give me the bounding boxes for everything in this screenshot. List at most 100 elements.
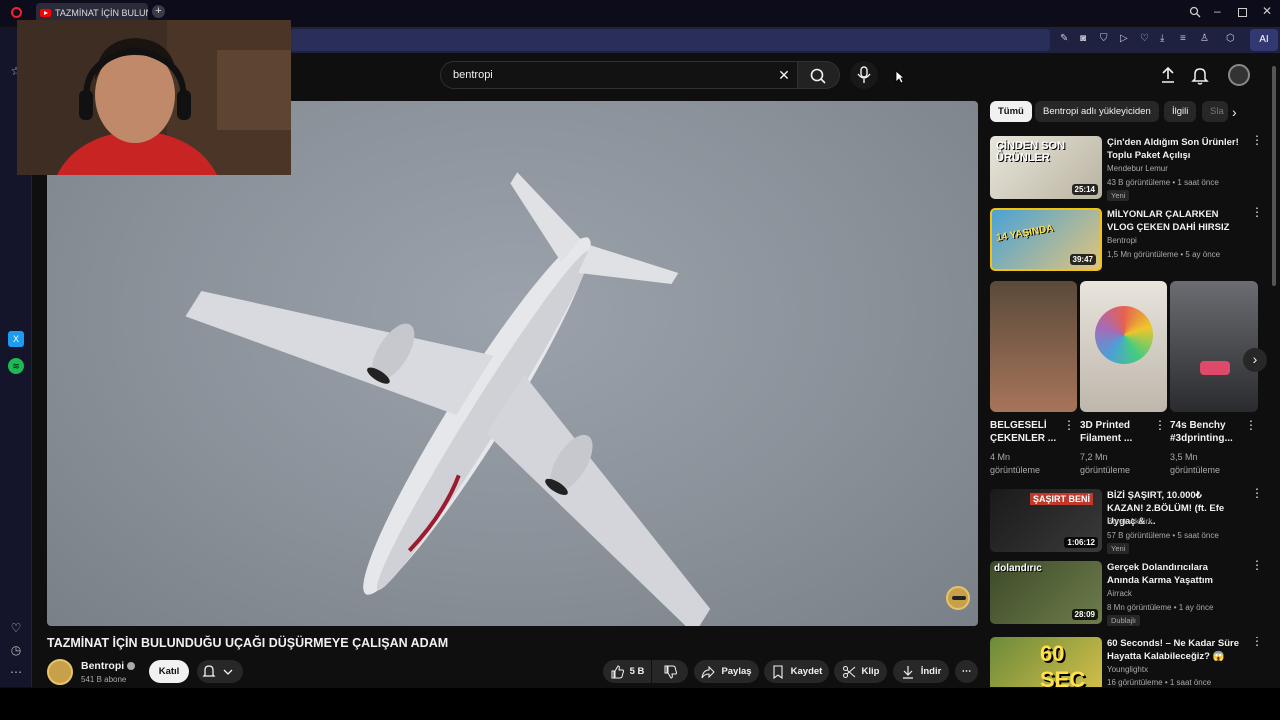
verified-icon [127,662,136,671]
search-input[interactable]: bentropi ✕ [440,61,798,89]
video-thumbnail[interactable]: 14 YAŞINDA 39:47 [990,208,1102,271]
spotify-icon[interactable]: ≋ [8,358,24,374]
short-thumbnail[interactable] [1170,281,1258,412]
short-views: 7,2 Mn görüntüleme [1080,452,1131,475]
camera-icon[interactable]: ◙ [1080,33,1086,44]
rec-channel[interactable]: Mendebur Lemur [1107,164,1168,173]
play-icon[interactable]: ▷ [1120,33,1128,44]
video-title: TAZMİNAT İÇİN BULUNDUĞU UÇAĞI DÜŞÜRMEYE … [47,636,449,650]
shorts-next-chevron-icon[interactable]: › [1243,348,1267,372]
heart-icon[interactable]: ♡ [1140,33,1149,44]
thumbnail-text: ŞAŞIRT BENİ [1030,493,1094,505]
rec-menu-icon[interactable]: ⋮ [1251,134,1263,152]
rec-channel[interactable]: Burak Aktürk [1107,517,1152,526]
thumbnail-text: 60 SEC [1040,641,1086,687]
list-item[interactable]: ÇİNDEN SON ÜRÜNLER 25:14 Çin'den Aldığım… [990,134,1270,201]
download-button[interactable]: İndir [893,660,949,683]
rec-channel[interactable]: Younglightx [1107,665,1148,674]
channel-name[interactable]: Bentropi [81,660,136,672]
short-menu-icon[interactable]: ⋮ [1154,419,1166,437]
maximize-icon[interactable] [1238,8,1247,17]
address-field[interactable] [290,29,1050,51]
profile-icon[interactable]: ♙ [1200,33,1209,44]
short-menu-icon[interactable]: ⋮ [1245,419,1257,437]
shield-icon[interactable]: ⛉ [1100,33,1108,44]
rec-menu-icon[interactable]: ⋮ [1251,559,1263,577]
ai-button[interactable]: AI [1250,29,1278,51]
letterbox-bottom [0,688,1280,720]
channel-watermark-icon[interactable] [946,586,970,610]
opera-logo-icon[interactable] [11,7,22,18]
list-item[interactable]: dolandırıc 28:09 Gerçek Dolandırıcılara … [990,559,1270,626]
youtube-favicon-icon [40,8,51,17]
clip-button[interactable]: Klip [834,660,887,683]
streamer-figure [17,20,291,175]
short-thumbnail[interactable] [990,281,1077,412]
short-views: 4 Mn görüntüleme [990,452,1041,475]
voice-search-button[interactable] [850,61,878,89]
rec-title[interactable]: 60 Seconds! – Ne Kadar Süre Hayatta Kala… [1107,637,1239,663]
notifications-bell-icon[interactable] [1189,64,1211,86]
save-button[interactable]: Kaydet [764,660,829,683]
filter-chip-all[interactable]: Tümü [990,101,1032,122]
channel-avatar[interactable] [47,659,73,685]
menu-icon[interactable]: ≡ [1180,33,1186,44]
short-title[interactable]: 3D Printed Filament ... [1080,419,1154,445]
rec-channel[interactable]: Bentropi [1107,236,1137,245]
dislike-button[interactable] [652,660,688,683]
list-item[interactable]: 14 YAŞINDA 39:47 MİLYONLAR ÇALARKEN VLOG… [990,206,1270,271]
video-thumbnail[interactable]: dolandırıc 28:09 [990,561,1102,624]
more-sidebar-icon[interactable]: ⋯ [8,664,24,680]
bell-chevron-icon [202,665,233,677]
video-player[interactable] [47,101,978,626]
filter-chip-more[interactable]: Sla [1202,101,1228,122]
edit-icon[interactable]: ✎ [1060,33,1068,44]
short-thumbnail[interactable] [1080,281,1167,412]
x-twitter-icon[interactable]: X [8,331,24,347]
account-avatar[interactable] [1228,64,1250,86]
rec-channel[interactable]: Airrack [1107,589,1132,598]
chip-next-chevron-icon[interactable]: › [1232,104,1237,120]
heart-sidebar-icon[interactable]: ♡ [8,620,24,636]
search-button[interactable] [798,61,840,89]
video-thumbnail[interactable]: 60 SEC [990,637,1102,687]
bookmark-icon [773,664,783,679]
share-button[interactable]: Paylaş [694,660,759,683]
new-tab-button[interactable]: + [152,5,165,18]
like-button[interactable]: 5 B [603,660,651,683]
more-actions-button[interactable]: ⋯ [955,660,978,683]
history-icon[interactable]: ◷ [8,642,24,658]
page-scrollbar[interactable] [1272,66,1276,286]
list-item[interactable]: 60 SEC 60 Seconds! – Ne Kadar Süre Hayat… [990,637,1270,687]
download-icon[interactable]: ⤓ [1160,33,1164,44]
search-icon [810,68,826,84]
save-label: Kaydet [790,666,823,677]
rec-title[interactable]: Çin'den Aldığım Son Ürünler! Toplu Paket… [1107,136,1239,162]
download-label: İndir [920,666,942,677]
upload-icon[interactable] [1157,64,1179,86]
filament-spool-shape [1095,306,1153,364]
video-thumbnail[interactable]: ŞAŞIRT BENİ 1:06:12 [990,489,1102,552]
browser-search-icon[interactable] [1189,6,1201,18]
rec-title[interactable]: MİLYONLAR ÇALARKEN VLOG ÇEKEN DAHİ HIRSI… [1107,208,1239,234]
video-thumbnail[interactable]: ÇİNDEN SON ÜRÜNLER 25:14 [990,136,1102,199]
rec-menu-icon[interactable]: ⋮ [1251,637,1263,653]
rec-menu-icon[interactable]: ⋮ [1251,206,1263,224]
extensions-icon[interactable]: ⬡ [1226,33,1235,44]
rec-meta: 16 görüntüleme • 1 saat önce [1107,678,1212,687]
list-item[interactable]: ŞAŞIRT BENİ 1:06:12 BİZİ ŞAŞIRT, 10.000₺… [990,487,1270,554]
clear-search-icon[interactable]: ✕ [775,66,793,84]
filter-chip-uploader[interactable]: Bentropi adlı yükleyiciden [1035,101,1159,122]
rec-menu-icon[interactable]: ⋮ [1251,487,1263,505]
rec-title[interactable]: Gerçek Dolandırıcılara Anında Karma Yaşa… [1107,561,1239,587]
join-button[interactable]: Katıl [149,660,189,683]
channel-name-text: Bentropi [81,660,125,672]
close-window-icon[interactable]: ✕ [1262,4,1272,18]
search-query: bentropi [453,69,493,81]
short-menu-icon[interactable]: ⋮ [1063,419,1075,437]
subscription-bell-button[interactable] [197,660,243,683]
minimize-icon[interactable]: – [1214,4,1221,18]
short-title[interactable]: 74s Benchy #3dprinting... [1170,419,1244,445]
filter-chip-related[interactable]: İlgili [1164,101,1197,122]
short-title[interactable]: BELGESELİ ÇEKENLER ... [990,419,1064,445]
